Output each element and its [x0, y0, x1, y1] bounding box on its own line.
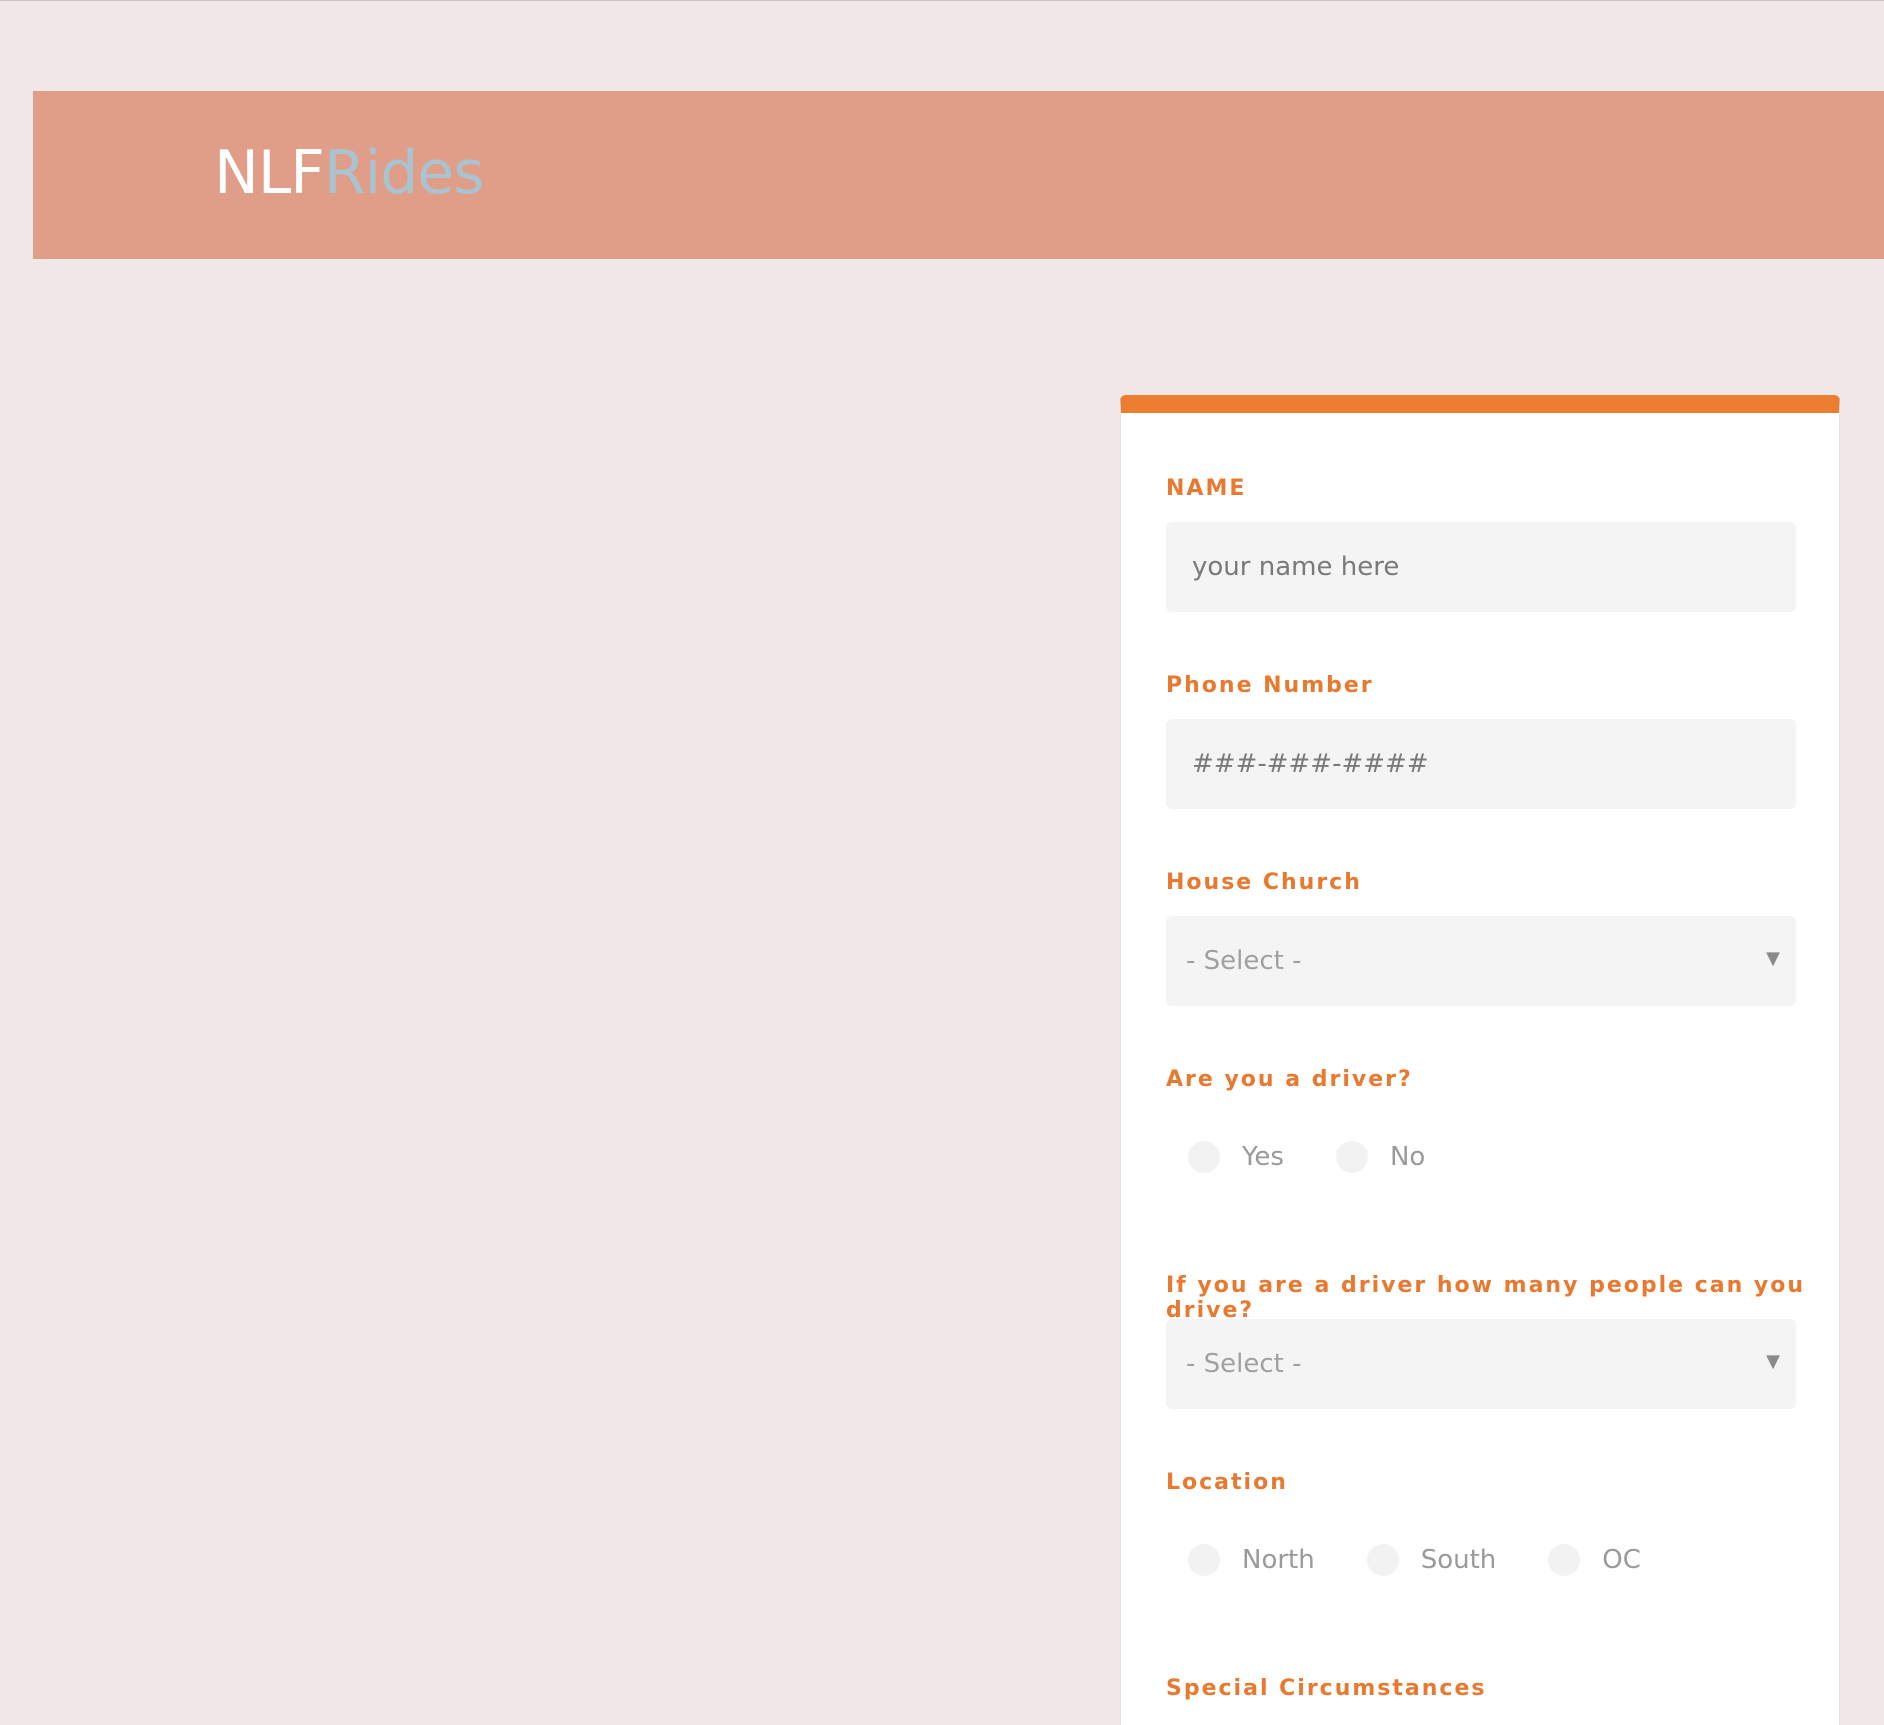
location-option-oc[interactable]: OC: [1548, 1544, 1641, 1576]
chevron-down-icon: ▼: [1766, 1351, 1780, 1372]
house-church-selected: - Select -: [1186, 946, 1302, 976]
site-header: NLFRides: [33, 91, 1884, 259]
capacity-select[interactable]: - Select - ▼: [1166, 1319, 1796, 1409]
radio-circle[interactable]: [1548, 1544, 1581, 1576]
location-radio-group: North South OC: [1188, 1543, 1693, 1577]
location-label: Location: [1166, 1470, 1288, 1495]
brand-rides: Rides: [323, 138, 485, 208]
driver-label: Are you a driver?: [1166, 1067, 1413, 1092]
location-option-south[interactable]: South: [1366, 1544, 1497, 1576]
radio-circle[interactable]: [1366, 1544, 1399, 1576]
capacity-selected: - Select -: [1186, 1349, 1302, 1379]
name-label: NAME: [1166, 476, 1247, 501]
phone-input[interactable]: [1166, 719, 1796, 809]
special-circumstances-label: Special Circumstances: [1166, 1676, 1487, 1701]
signup-form-card: NAME Phone Number House Church - Select …: [1120, 395, 1840, 1725]
location-south-label: South: [1420, 1545, 1497, 1575]
radio-circle[interactable]: [1188, 1141, 1220, 1173]
top-border: [0, 0, 1884, 1]
house-church-select[interactable]: - Select - ▼: [1166, 916, 1796, 1006]
driver-option-no[interactable]: No: [1335, 1141, 1426, 1173]
driver-no-label: No: [1389, 1142, 1426, 1172]
phone-label: Phone Number: [1166, 673, 1374, 698]
radio-circle[interactable]: [1188, 1544, 1220, 1576]
location-option-north[interactable]: North: [1188, 1544, 1315, 1576]
name-input[interactable]: [1166, 522, 1796, 612]
radio-circle[interactable]: [1335, 1141, 1368, 1173]
location-oc-label: OC: [1602, 1545, 1641, 1575]
capacity-label: If you are a driver how many people can …: [1166, 1273, 1806, 1323]
location-north-label: North: [1242, 1545, 1315, 1575]
driver-yes-label: Yes: [1242, 1142, 1284, 1172]
chevron-down-icon: ▼: [1766, 948, 1780, 969]
driver-option-yes[interactable]: Yes: [1188, 1141, 1284, 1173]
house-church-label: House Church: [1166, 870, 1362, 895]
driver-radio-group: Yes No: [1188, 1140, 1477, 1174]
brand-nlf: NLF: [214, 138, 325, 208]
brand-logo[interactable]: NLFRides: [214, 143, 484, 203]
